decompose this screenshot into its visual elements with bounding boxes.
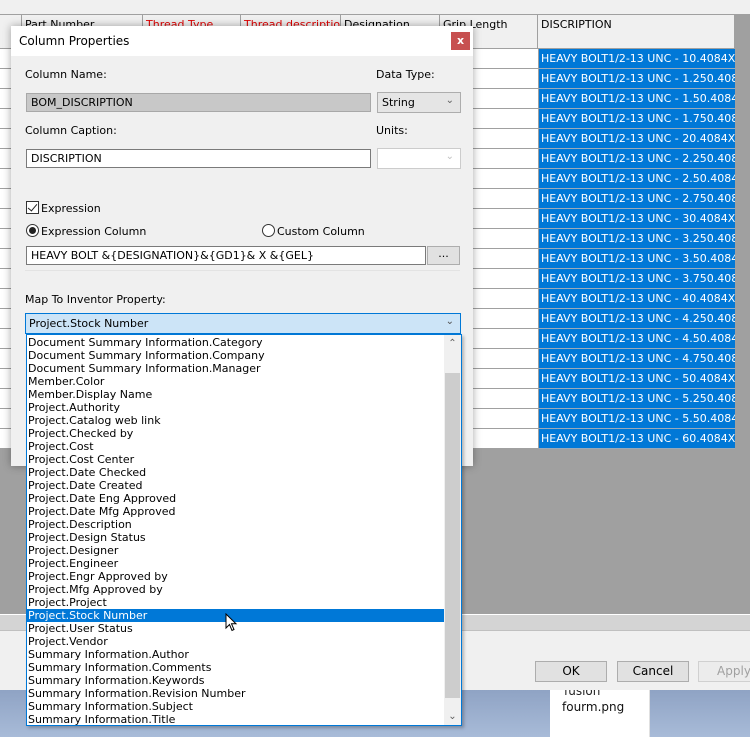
file-name-line2: fourm.png: [562, 700, 625, 714]
description-cell[interactable]: HEAVY BOLT1/2-13 UNC - 20.4084X1.25: [538, 129, 735, 149]
dropdown-option[interactable]: Document Summary Information.Manager: [27, 362, 444, 375]
dropdown-option[interactable]: Project.Design Status: [27, 531, 444, 544]
expression-checkbox-label[interactable]: Expression: [41, 202, 101, 215]
description-cell[interactable]: HEAVY BOLT1/2-13 UNC - 3.250.4084...: [538, 229, 735, 249]
chevron-down-icon: ⌄: [445, 151, 454, 162]
dropdown-option[interactable]: Project.Authority: [27, 401, 444, 414]
dropdown-option[interactable]: Project.Cost: [27, 440, 444, 453]
map-property-value: Project.Stock Number: [29, 317, 149, 330]
expression-field[interactable]: HEAVY BOLT &{DESIGNATION}&{GD1}& X &{GEL…: [26, 246, 426, 265]
data-type-value: String: [382, 96, 415, 109]
description-cell[interactable]: HEAVY BOLT1/2-13 UNC - 2.250.4084...: [538, 149, 735, 169]
dropdown-option[interactable]: Project.Mfg Approved by: [27, 583, 444, 596]
description-cell[interactable]: HEAVY BOLT1/2-13 UNC - 50.4084X1.25: [538, 369, 735, 389]
dropdown-option[interactable]: Project.Engr Approved by: [27, 570, 444, 583]
scroll-up-icon[interactable]: ⌃: [444, 335, 461, 352]
apply-button[interactable]: Apply: [698, 661, 750, 682]
dropdown-option[interactable]: Project.Date Mfg Approved: [27, 505, 444, 518]
grid-header-description[interactable]: DISCRIPTION: [538, 15, 735, 49]
dropdown-option[interactable]: Project.Vendor: [27, 635, 444, 648]
dropdown-option[interactable]: Project.Date Checked: [27, 466, 444, 479]
description-cell[interactable]: HEAVY BOLT1/2-13 UNC - 40.4084X1.25: [538, 289, 735, 309]
dropdown-option[interactable]: Summary Information.Keywords: [27, 674, 444, 687]
chevron-down-icon: ⌄: [445, 95, 454, 106]
expression-checkbox[interactable]: [26, 201, 39, 214]
dropdown-option[interactable]: Project.Engineer: [27, 557, 444, 570]
dropdown-option[interactable]: Project.Date Eng Approved: [27, 492, 444, 505]
dropdown-option[interactable]: Member.Color: [27, 375, 444, 388]
dropdown-option[interactable]: Project.Designer: [27, 544, 444, 557]
expression-column-label[interactable]: Expression Column: [41, 225, 146, 238]
units-label: Units:: [376, 124, 408, 137]
dropdown-option[interactable]: Summary Information.Subject: [27, 700, 444, 713]
browse-button[interactable]: ...: [427, 246, 460, 265]
dropdown-option[interactable]: Project.Cost Center: [27, 453, 444, 466]
description-cell[interactable]: HEAVY BOLT1/2-13 UNC - 3.750.4084...: [538, 269, 735, 289]
description-cell[interactable]: HEAVY BOLT1/2-13 UNC - 5.50.4084X...: [538, 409, 735, 429]
description-cell[interactable]: HEAVY BOLT1/2-13 UNC - 4.250.4084...: [538, 309, 735, 329]
dropdown-option[interactable]: Document Summary Information.Company: [27, 349, 444, 362]
data-type-select[interactable]: String ⌄: [377, 92, 461, 113]
map-property-label: Map To Inventor Property:: [25, 293, 166, 306]
data-type-label: Data Type:: [376, 68, 435, 81]
map-property-select[interactable]: Project.Stock Number ⌄: [25, 313, 461, 334]
description-cell[interactable]: HEAVY BOLT1/2-13 UNC - 2.50.4084X...: [538, 169, 735, 189]
cancel-button[interactable]: Cancel: [617, 661, 689, 682]
chevron-down-icon: ⌄: [445, 316, 454, 327]
dropdown-option[interactable]: Summary Information.Author: [27, 648, 444, 661]
dropdown-option[interactable]: Document Summary Information.Category: [27, 336, 444, 349]
description-cell[interactable]: HEAVY BOLT1/2-13 UNC - 60.4084X1.25: [538, 429, 735, 449]
dialog-titlebar[interactable]: Column Properties x: [11, 26, 473, 56]
custom-column-radio[interactable]: [262, 224, 275, 237]
dropdown-option[interactable]: Project.Checked by: [27, 427, 444, 440]
expression-column-radio[interactable]: [26, 224, 39, 237]
column-name-label: Column Name:: [25, 68, 107, 81]
close-icon: x: [456, 34, 465, 47]
dropdown-scrollbar[interactable]: ⌃ ⌄: [444, 335, 461, 725]
description-cell[interactable]: HEAVY BOLT1/2-13 UNC - 5.250.4084...: [538, 389, 735, 409]
ok-button[interactable]: OK: [535, 661, 607, 682]
separator: [25, 270, 460, 271]
dropdown-option[interactable]: Project.Project: [27, 596, 444, 609]
custom-column-label[interactable]: Custom Column: [277, 225, 365, 238]
column-caption-field[interactable]: DISCRIPTION: [26, 149, 371, 168]
dropdown-option[interactable]: Project.Date Created: [27, 479, 444, 492]
description-cell[interactable]: HEAVY BOLT1/2-13 UNC - 4.750.4084...: [538, 349, 735, 369]
dialog-title: Column Properties: [19, 34, 130, 48]
dropdown-option[interactable]: Summary Information.Revision Number: [27, 687, 444, 700]
column-caption-label: Column Caption:: [25, 124, 117, 137]
units-select[interactable]: ⌄: [377, 148, 461, 169]
description-cell[interactable]: HEAVY BOLT1/2-13 UNC - 1.250.4084...: [538, 69, 735, 89]
mouse-cursor-icon: [225, 613, 238, 632]
description-cell[interactable]: HEAVY BOLT1/2-13 UNC - 4.50.4084X...: [538, 329, 735, 349]
dropdown-option[interactable]: Summary Information.Title: [27, 713, 444, 725]
dropdown-option[interactable]: Project.Catalog web link: [27, 414, 444, 427]
description-cell[interactable]: HEAVY BOLT1/2-13 UNC - 30.4084X1.25: [538, 209, 735, 229]
dropdown-option[interactable]: Project.Description: [27, 518, 444, 531]
dropdown-option[interactable]: Member.Display Name: [27, 388, 444, 401]
column-name-field[interactable]: BOM_DISCRIPTION: [26, 93, 371, 112]
description-cell[interactable]: HEAVY BOLT1/2-13 UNC - 2.750.4084...: [538, 189, 735, 209]
description-cell[interactable]: HEAVY BOLT1/2-13 UNC - 1.750.4084...: [538, 109, 735, 129]
description-cell[interactable]: HEAVY BOLT1/2-13 UNC - 1.50.4084X...: [538, 89, 735, 109]
map-property-dropdown-list[interactable]: ⌃ ⌄ Document Summary Information.Categor…: [26, 334, 462, 726]
description-cell[interactable]: HEAVY BOLT1/2-13 UNC - 10.4084X0....: [538, 49, 735, 69]
dropdown-option[interactable]: Summary Information.Comments: [27, 661, 444, 674]
scroll-down-icon[interactable]: ⌄: [444, 708, 461, 725]
description-cell[interactable]: HEAVY BOLT1/2-13 UNC - 3.50.4084X...: [538, 249, 735, 269]
scrollbar-thumb[interactable]: [445, 373, 460, 698]
close-button[interactable]: x: [451, 32, 470, 50]
